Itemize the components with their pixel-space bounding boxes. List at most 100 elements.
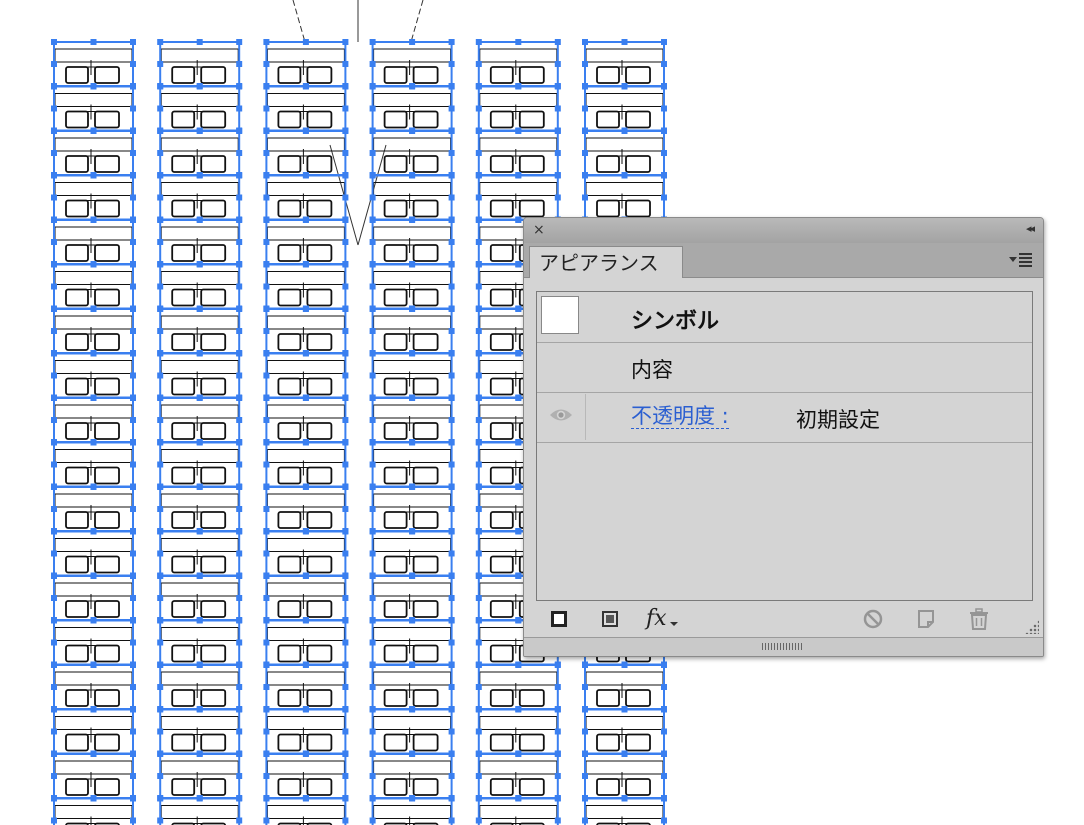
symbol-instance[interactable] [369,172,455,223]
close-icon[interactable]: × [533,221,545,239]
collapse-panel-icon[interactable]: ◂◂ [1026,222,1035,235]
symbol-instance[interactable] [51,706,136,757]
symbol-instance[interactable] [51,751,136,801]
symbol-instance[interactable] [263,484,349,534]
symbol-instance[interactable] [369,439,455,490]
symbol-instance[interactable] [51,306,136,356]
symbol-instance[interactable] [157,83,243,134]
symbol-instance[interactable] [263,395,349,445]
symbol-instance[interactable] [157,128,243,178]
symbol-instance[interactable] [369,39,455,89]
symbol-instance[interactable] [369,751,455,801]
symbol-instance[interactable] [263,306,349,356]
symbol-instance[interactable] [475,172,561,223]
symbol-instance[interactable] [582,128,667,178]
object-thumbnail[interactable] [541,296,579,334]
symbol-instance[interactable] [369,83,455,134]
symbol-instance[interactable] [263,439,349,490]
duplicate-item-button[interactable] [913,606,939,632]
symbol-instance[interactable] [475,706,561,757]
symbol-instance[interactable] [263,83,349,134]
symbol-instance[interactable] [582,39,667,89]
symbol-instance[interactable] [263,39,349,89]
delete-item-button[interactable] [966,606,992,632]
symbol-instance[interactable] [369,706,455,757]
symbol-instance[interactable] [369,617,455,668]
opacity-row[interactable]: 不透明度 : 初期設定 [537,392,1032,443]
symbol-instance[interactable] [263,172,349,223]
symbol-instance[interactable] [263,751,349,801]
symbol-instance[interactable] [157,306,243,356]
symbol-instance[interactable] [51,39,136,89]
add-new-effect-button[interactable]: fx [646,606,680,632]
symbol-instance[interactable] [51,350,136,401]
symbol-instance[interactable] [475,39,561,89]
symbol-instance[interactable] [157,706,243,757]
symbol-instance[interactable] [475,795,561,825]
symbol-instance[interactable] [369,662,455,712]
symbol-instance[interactable] [475,662,561,712]
symbol-instance[interactable] [51,395,136,445]
symbol-instance[interactable] [51,528,136,579]
symbol-instance[interactable] [369,573,455,623]
symbol-instance[interactable] [51,172,136,223]
symbol-instance[interactable] [157,484,243,534]
symbol-instance[interactable] [582,795,667,825]
symbol-instance[interactable] [157,573,243,623]
contents-row[interactable]: 内容 [537,342,1032,393]
tab-appearance[interactable]: アピアランス [529,246,683,278]
drag-handle-icon[interactable] [762,643,802,650]
symbol-instance[interactable] [157,395,243,445]
symbol-instance[interactable] [157,795,243,825]
symbol-instance[interactable] [582,83,667,134]
symbol-instance[interactable] [475,128,561,178]
add-new-fill-button[interactable] [597,606,623,632]
symbol-instance[interactable] [263,706,349,757]
symbol-instance[interactable] [369,395,455,445]
symbol-instance[interactable] [157,439,243,490]
symbol-instance[interactable] [263,528,349,579]
symbol-instance[interactable] [369,217,455,267]
symbol-instance[interactable] [157,662,243,712]
symbol-instance[interactable] [582,706,667,757]
symbol-instance[interactable] [51,795,136,825]
symbol-instance[interactable] [157,350,243,401]
symbol-instance[interactable] [263,217,349,267]
symbol-instance[interactable] [51,662,136,712]
symbol-instance[interactable] [582,172,667,223]
symbol-instance[interactable] [157,39,243,89]
clear-appearance-button[interactable] [860,606,886,632]
symbol-instance[interactable] [263,261,349,312]
symbol-instance[interactable] [369,484,455,534]
symbol-instance[interactable] [51,83,136,134]
symbol-instance[interactable] [157,617,243,668]
object-row[interactable]: シンボル [537,292,1032,343]
symbol-instance[interactable] [51,128,136,178]
symbol-instance[interactable] [263,662,349,712]
panel-menu-icon[interactable] [1009,250,1035,270]
opacity-link[interactable]: 不透明度 : [631,404,729,429]
symbol-instance[interactable] [263,573,349,623]
symbol-instance[interactable] [51,484,136,534]
symbol-instance[interactable] [582,662,667,712]
panel-titlebar[interactable]: × ◂◂ [524,218,1043,244]
symbol-instance[interactable] [263,617,349,668]
symbol-instance[interactable] [51,573,136,623]
symbol-instance[interactable] [157,261,243,312]
symbol-instance[interactable] [369,306,455,356]
symbol-instance[interactable] [157,217,243,267]
symbol-instance[interactable] [263,128,349,178]
symbol-instance[interactable] [369,350,455,401]
symbol-instance[interactable] [157,172,243,223]
symbol-instance[interactable] [51,261,136,312]
symbol-instance[interactable] [369,261,455,312]
symbol-instance[interactable] [51,617,136,668]
symbol-instance[interactable] [582,751,667,801]
add-new-stroke-button[interactable] [546,606,572,632]
symbol-instance[interactable] [51,217,136,267]
symbol-instance[interactable] [475,751,561,801]
symbol-instance[interactable] [51,439,136,490]
symbol-instance[interactable] [369,528,455,579]
symbol-instance[interactable] [369,795,455,825]
eye-icon[interactable] [549,407,573,423]
